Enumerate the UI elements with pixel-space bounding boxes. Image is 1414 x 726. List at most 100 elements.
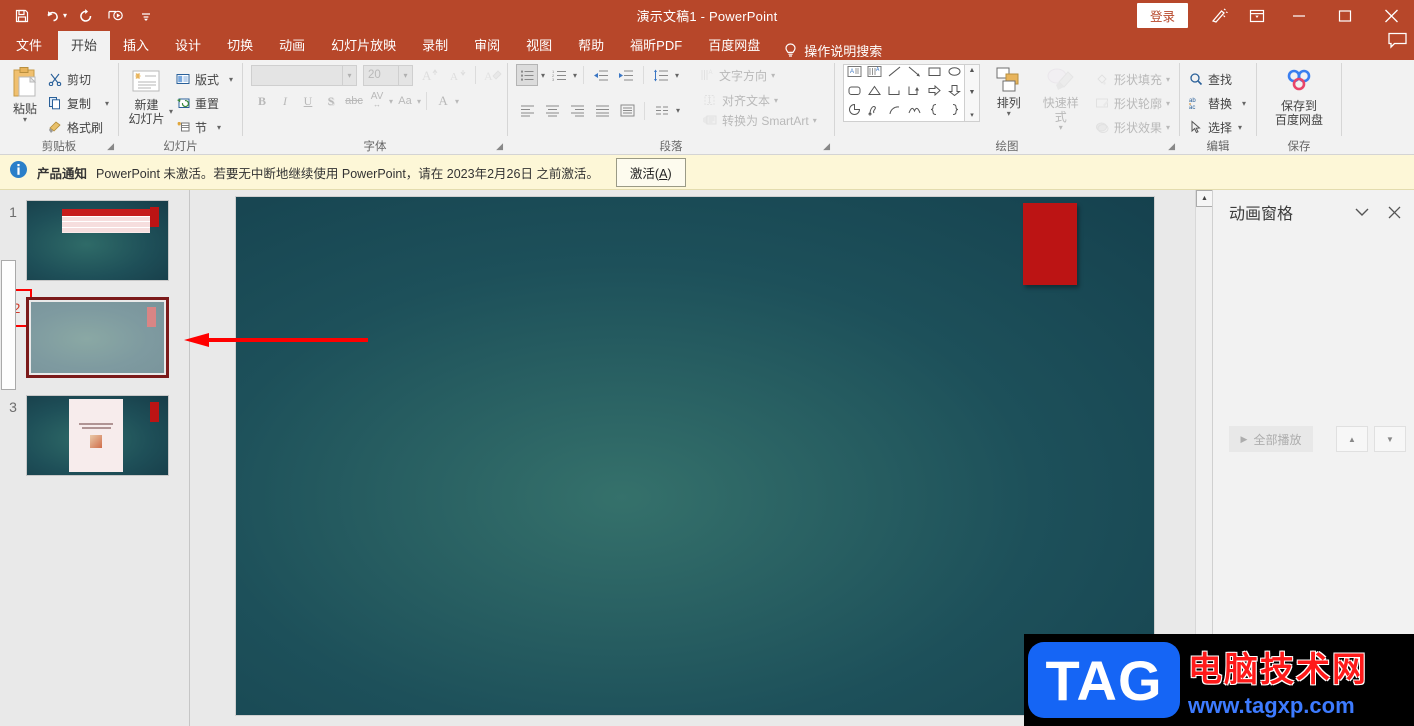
shape-freeform-icon[interactable]: [867, 103, 882, 121]
tab-file[interactable]: 文件: [0, 31, 58, 60]
shape-left-brace-icon[interactable]: [927, 103, 942, 121]
replace-dropdown-icon[interactable]: ▾: [1242, 99, 1246, 107]
arrange-dropdown-icon[interactable]: ▾: [1007, 110, 1011, 118]
undo-dropdown-icon[interactable]: ▾: [63, 11, 70, 20]
increase-indent-button[interactable]: [615, 64, 637, 86]
bold-button[interactable]: B: [251, 90, 273, 112]
select-dropdown-icon[interactable]: ▾: [1238, 123, 1242, 131]
increase-font-size-button[interactable]: A: [419, 64, 441, 86]
font-color-button[interactable]: A: [432, 90, 454, 112]
clear-formatting-button[interactable]: A: [482, 64, 504, 86]
shape-down-arrow-icon[interactable]: [947, 84, 962, 102]
scrollbar-thumb[interactable]: [1, 260, 16, 390]
cut-button[interactable]: 剪切: [45, 68, 113, 90]
shape-arrow-icon[interactable]: [907, 65, 922, 83]
line-spacing-dropdown-icon[interactable]: ▾: [675, 71, 679, 79]
shape-rounded-rect-icon[interactable]: [847, 84, 862, 102]
chevron-down-icon[interactable]: [1350, 200, 1374, 224]
new-slide-button[interactable]: 新建 幻灯片: [124, 64, 169, 126]
align-text-dropdown-icon[interactable]: ▾: [774, 97, 778, 105]
thumbnail-slide-2[interactable]: 2 2: [0, 289, 169, 378]
distribute-columns-button[interactable]: [616, 100, 638, 122]
shape-oval-icon[interactable]: [947, 65, 962, 83]
tab-record[interactable]: 录制: [409, 31, 461, 60]
find-button[interactable]: 查找: [1186, 68, 1250, 90]
underline-button[interactable]: U: [297, 90, 319, 112]
section-button[interactable]: 节 ▾: [173, 116, 237, 138]
align-text-button[interactable]: 对齐文本 ▾: [700, 91, 821, 110]
shape-outline-button[interactable]: 形状轮廓 ▾: [1092, 92, 1174, 114]
italic-button[interactable]: I: [274, 90, 296, 112]
font-name-dropdown-icon[interactable]: ▾: [343, 64, 357, 86]
arrange-button[interactable]: 排列 ▾: [988, 64, 1030, 118]
justify-button[interactable]: [591, 100, 613, 122]
paste-dropdown-icon[interactable]: ▾: [23, 116, 27, 124]
play-all-button[interactable]: ▶ 全部播放: [1229, 426, 1313, 452]
shape-right-arrow-icon[interactable]: [927, 84, 942, 102]
clipboard-dialog-launcher-icon[interactable]: ◢: [107, 139, 114, 154]
copy-dropdown-icon[interactable]: ▾: [105, 99, 109, 107]
maximize-button[interactable]: [1322, 0, 1368, 31]
replace-button[interactable]: ab ac 替换 ▾: [1186, 92, 1250, 114]
ink-pen-icon[interactable]: [1200, 0, 1238, 31]
tab-home[interactable]: 开始: [58, 31, 111, 60]
save-icon[interactable]: [8, 3, 36, 29]
shape-effects-dropdown-icon[interactable]: ▾: [1166, 123, 1170, 131]
thumbnail-slide-1[interactable]: 1: [0, 200, 169, 281]
numbering-button[interactable]: 123: [548, 64, 570, 86]
drawing-dialog-launcher-icon[interactable]: ◢: [1168, 139, 1175, 154]
shapes-scroll-down-icon[interactable]: ▼: [969, 89, 976, 96]
paragraph-dialog-launcher-icon[interactable]: ◢: [823, 139, 830, 154]
shape-elbow-connector-icon[interactable]: [887, 84, 902, 102]
align-left-button[interactable]: [516, 100, 538, 122]
paste-button[interactable]: 粘贴 ▾: [5, 64, 45, 124]
shape-double-arc-icon[interactable]: [907, 103, 922, 121]
shape-arc-icon[interactable]: [887, 103, 902, 121]
sign-in-button[interactable]: 登录: [1136, 3, 1188, 28]
tab-foxit-pdf[interactable]: 福昕PDF: [617, 31, 695, 60]
start-slideshow-icon[interactable]: [102, 3, 130, 29]
shapes-gallery[interactable]: A A ▲ ▼ ▾: [843, 64, 980, 122]
tab-design[interactable]: 设计: [162, 31, 214, 60]
shape-elbow-arrow-icon[interactable]: [907, 84, 922, 102]
shape-effects-button[interactable]: 形状效果 ▾: [1092, 116, 1174, 138]
current-slide-canvas[interactable]: [235, 196, 1155, 716]
minimize-button[interactable]: [1276, 0, 1322, 31]
tell-me-search[interactable]: 操作说明搜索: [773, 41, 882, 60]
shapes-more-icon[interactable]: ▾: [970, 111, 974, 119]
shape-vertical-textbox-icon[interactable]: A: [867, 65, 882, 83]
close-icon[interactable]: [1382, 200, 1406, 224]
change-case-dropdown-icon[interactable]: ▾: [417, 97, 421, 105]
close-button[interactable]: [1368, 0, 1414, 31]
quick-styles-dropdown-icon[interactable]: ▾: [1059, 124, 1063, 132]
layout-button[interactable]: 版式 ▾: [173, 68, 237, 90]
reset-button[interactable]: 重置: [173, 92, 237, 114]
line-spacing-button[interactable]: [650, 64, 672, 86]
slide-red-rectangle-shape[interactable]: [1023, 203, 1077, 285]
move-up-button[interactable]: ▲: [1336, 426, 1368, 452]
decrease-font-size-button[interactable]: A: [447, 64, 469, 86]
bullets-button[interactable]: [516, 64, 538, 86]
shape-textbox-icon[interactable]: A: [847, 65, 862, 83]
shape-fill-dropdown-icon[interactable]: ▾: [1166, 75, 1170, 83]
slide-3-preview[interactable]: [26, 395, 169, 476]
columns-button[interactable]: [651, 100, 673, 122]
ribbon-display-options-icon[interactable]: [1238, 0, 1276, 31]
slide-thumbnail-pane[interactable]: 1 2 2 3: [0, 190, 190, 726]
font-size-input[interactable]: 20: [363, 64, 399, 86]
scroll-up-icon[interactable]: ▲: [1196, 190, 1213, 207]
strikethrough-button[interactable]: abc: [343, 90, 365, 112]
shapes-scroll-up-icon[interactable]: ▲: [969, 67, 976, 74]
shape-outline-dropdown-icon[interactable]: ▾: [1166, 99, 1170, 107]
change-case-button[interactable]: Aa: [394, 90, 416, 112]
text-shadow-button[interactable]: S: [320, 90, 342, 112]
numbering-dropdown-icon[interactable]: ▾: [573, 71, 577, 79]
share-comment-icon[interactable]: [1386, 31, 1408, 56]
format-painter-button[interactable]: 格式刷: [45, 116, 113, 138]
slide-1-preview[interactable]: [26, 200, 169, 281]
tab-help[interactable]: 帮助: [565, 31, 617, 60]
smartart-dropdown-icon[interactable]: ▾: [813, 117, 817, 125]
tab-slideshow[interactable]: 幻灯片放映: [318, 31, 409, 60]
convert-smartart-button[interactable]: 转换为 SmartArt ▾: [700, 111, 821, 130]
shapes-gallery-scrollbar[interactable]: ▲ ▼ ▾: [965, 64, 980, 122]
